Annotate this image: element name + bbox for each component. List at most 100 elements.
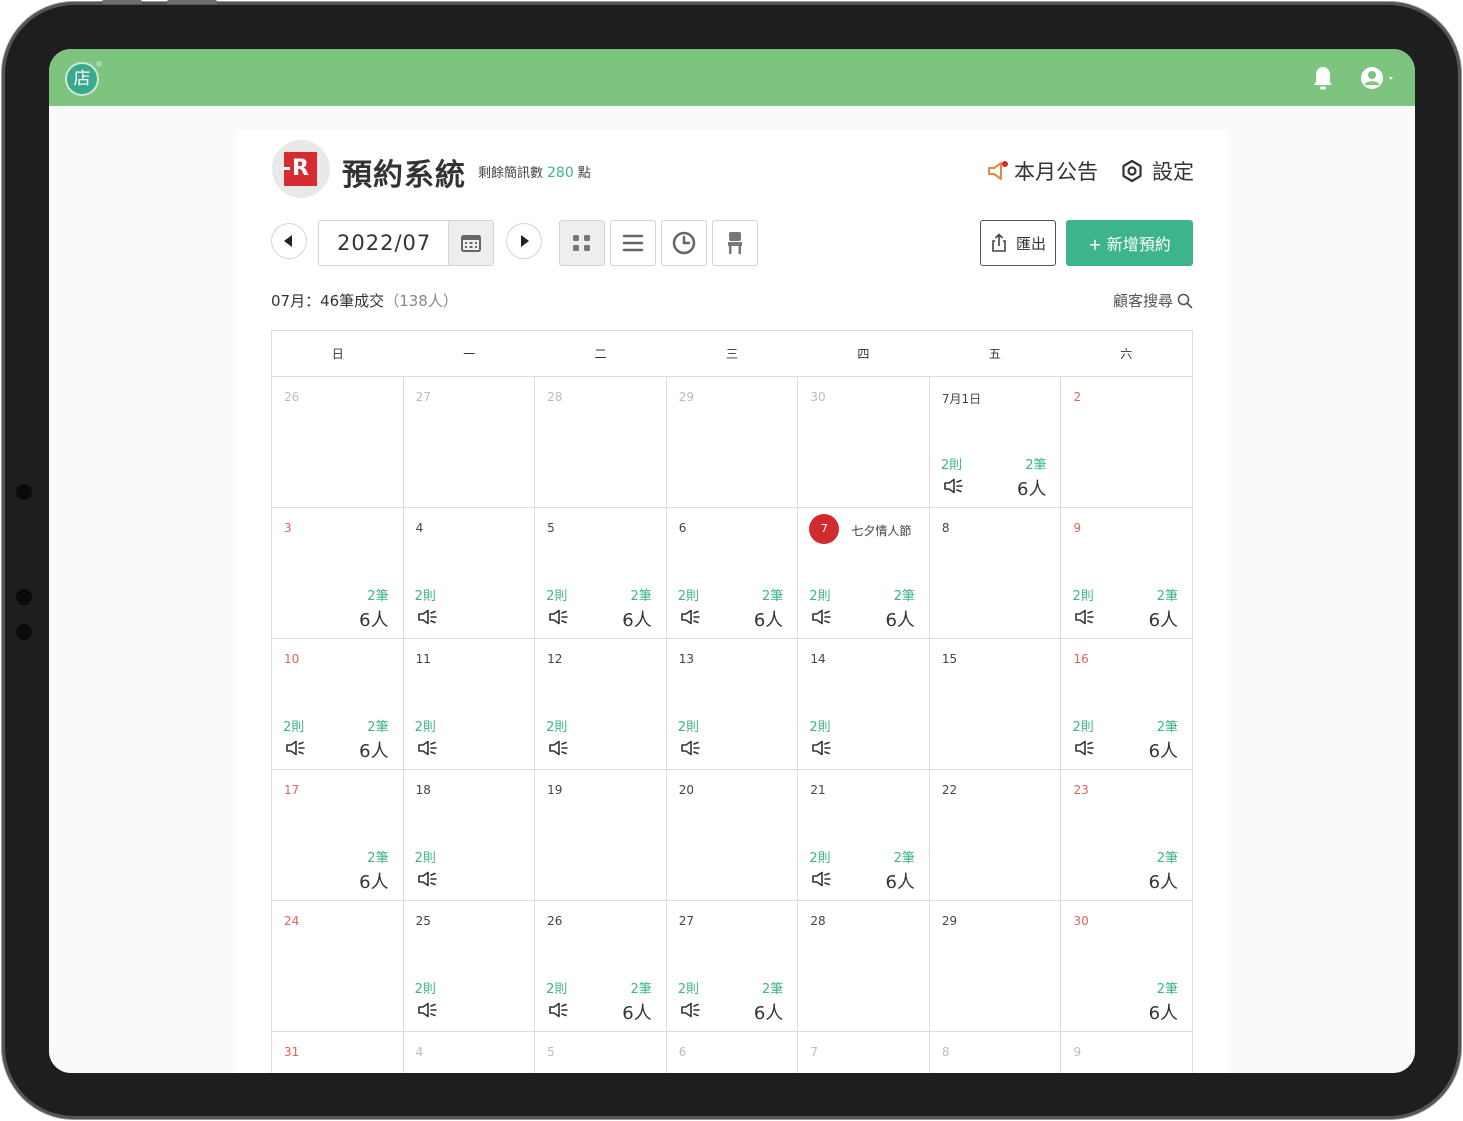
time-view-button[interactable] bbox=[661, 220, 707, 266]
calendar-day-cell[interactable]: 30 bbox=[798, 377, 930, 507]
bell-icon[interactable] bbox=[1311, 65, 1335, 91]
calendar-day-cell[interactable]: 2 bbox=[1061, 377, 1192, 507]
speaker-icon[interactable] bbox=[679, 608, 701, 626]
calendar-day-cell[interactable]: 23 2筆 6人 bbox=[1061, 770, 1192, 900]
prev-month-button[interactable] bbox=[271, 223, 307, 259]
calendar-day-cell[interactable]: 25 2則 bbox=[404, 901, 536, 1031]
booking-count[interactable]: 2筆 bbox=[367, 585, 388, 604]
booking-count[interactable]: 2筆 bbox=[1157, 585, 1178, 604]
notice-count[interactable]: 2則 bbox=[415, 585, 436, 604]
next-month-button[interactable] bbox=[506, 223, 542, 259]
calendar-day-cell[interactable]: 6 2則 2筆 6人 bbox=[667, 508, 799, 638]
notice-count[interactable]: 2則 bbox=[809, 847, 830, 866]
calendar-day-cell[interactable]: 26 bbox=[272, 377, 404, 507]
calendar-day-cell[interactable]: 16 2則 2筆 6人 bbox=[1061, 639, 1192, 769]
calendar-day-cell[interactable]: 9 bbox=[1061, 1032, 1192, 1073]
calendar-day-cell[interactable]: 12 2則 bbox=[535, 639, 667, 769]
speaker-icon[interactable] bbox=[1073, 739, 1095, 757]
calendar-day-cell[interactable]: 30 2筆 6人 bbox=[1061, 901, 1192, 1031]
calendar-day-cell[interactable]: 4 bbox=[404, 1032, 536, 1073]
user-avatar-icon[interactable] bbox=[1361, 66, 1395, 90]
grid-view-button[interactable] bbox=[559, 220, 605, 266]
calendar-day-cell[interactable]: 19 bbox=[535, 770, 667, 900]
notice-count[interactable]: 2則 bbox=[415, 978, 436, 997]
calendar-day-cell[interactable]: 18 2則 bbox=[404, 770, 536, 900]
booking-count[interactable]: 2筆 bbox=[1157, 847, 1178, 866]
speaker-icon[interactable] bbox=[810, 608, 832, 626]
calendar-day-cell[interactable]: 7月1日 2則 2筆 6人 bbox=[930, 377, 1062, 507]
calendar-picker-button[interactable] bbox=[448, 221, 493, 265]
booking-count[interactable]: 2筆 bbox=[1157, 716, 1178, 735]
calendar-day-cell[interactable]: 27 2則 2筆 6人 bbox=[667, 901, 799, 1031]
calendar-day-cell[interactable]: 22 bbox=[930, 770, 1062, 900]
notice-count[interactable]: 2則 bbox=[546, 585, 567, 604]
speaker-icon[interactable] bbox=[416, 739, 438, 757]
calendar-day-cell[interactable]: 20 bbox=[667, 770, 799, 900]
speaker-icon[interactable] bbox=[810, 739, 832, 757]
calendar-day-cell[interactable]: 7 bbox=[798, 1032, 930, 1073]
notice-count[interactable]: 2則 bbox=[415, 716, 436, 735]
booking-count[interactable]: 2筆 bbox=[1157, 978, 1178, 997]
customer-search-button[interactable]: 顧客搜尋 bbox=[1113, 290, 1193, 311]
notice-count[interactable]: 2則 bbox=[546, 716, 567, 735]
notice-count[interactable]: 2則 bbox=[809, 716, 830, 735]
calendar-day-cell[interactable]: 28 bbox=[535, 377, 667, 507]
list-view-button[interactable] bbox=[610, 220, 656, 266]
calendar-day-cell[interactable]: 11 2則 bbox=[404, 639, 536, 769]
seat-view-button[interactable] bbox=[712, 220, 758, 266]
speaker-icon[interactable] bbox=[679, 739, 701, 757]
calendar-day-cell[interactable]: 5 bbox=[535, 1032, 667, 1073]
calendar-day-cell[interactable]: 14 2則 bbox=[798, 639, 930, 769]
calendar-day-cell[interactable]: 28 bbox=[798, 901, 930, 1031]
speaker-icon[interactable] bbox=[1073, 608, 1095, 626]
booking-count[interactable]: 2筆 bbox=[762, 978, 783, 997]
calendar-day-cell[interactable]: 6 bbox=[667, 1032, 799, 1073]
notice-count[interactable]: 2則 bbox=[941, 454, 962, 473]
speaker-icon[interactable] bbox=[416, 608, 438, 626]
calendar-day-cell[interactable]: 8 bbox=[930, 1032, 1062, 1073]
calendar-day-cell[interactable]: 24 bbox=[272, 901, 404, 1031]
calendar-day-cell[interactable]: 31 bbox=[272, 1032, 404, 1073]
settings-button[interactable]: 設定 bbox=[1120, 156, 1194, 186]
calendar-day-cell[interactable]: 7 七夕情人節 2則 2筆 6人 bbox=[798, 508, 930, 638]
notice-count[interactable]: 2則 bbox=[1072, 716, 1093, 735]
notice-count[interactable]: 2則 bbox=[678, 716, 699, 735]
calendar-day-cell[interactable]: 8 bbox=[930, 508, 1062, 638]
calendar-day-cell[interactable]: 29 bbox=[667, 377, 799, 507]
calendar-day-cell[interactable]: 15 bbox=[930, 639, 1062, 769]
speaker-icon[interactable] bbox=[416, 870, 438, 888]
notice-count[interactable]: 2則 bbox=[283, 716, 304, 735]
booking-count[interactable]: 2筆 bbox=[630, 585, 651, 604]
calendar-day-cell[interactable]: 10 2則 2筆 6人 bbox=[272, 639, 404, 769]
speaker-icon[interactable] bbox=[942, 477, 964, 495]
calendar-day-cell[interactable]: 9 2則 2筆 6人 bbox=[1061, 508, 1192, 638]
notice-count[interactable]: 2則 bbox=[415, 847, 436, 866]
calendar-day-cell[interactable]: 27 bbox=[404, 377, 536, 507]
speaker-icon[interactable] bbox=[810, 870, 832, 888]
booking-count[interactable]: 2筆 bbox=[367, 847, 388, 866]
speaker-icon[interactable] bbox=[679, 1001, 701, 1019]
booking-count[interactable]: 2筆 bbox=[367, 716, 388, 735]
calendar-day-cell[interactable]: 17 2筆 6人 bbox=[272, 770, 404, 900]
announcement-button[interactable]: 本月公告 bbox=[986, 156, 1098, 186]
booking-count[interactable]: 2筆 bbox=[894, 585, 915, 604]
booking-count[interactable]: 2筆 bbox=[1025, 454, 1046, 473]
calendar-day-cell[interactable]: 4 2則 bbox=[404, 508, 536, 638]
booking-count[interactable]: 2筆 bbox=[630, 978, 651, 997]
calendar-day-cell[interactable]: 13 2則 bbox=[667, 639, 799, 769]
add-reservation-button[interactable]: + 新增預約 bbox=[1066, 220, 1193, 266]
export-button[interactable]: 匯出 bbox=[980, 220, 1056, 266]
speaker-icon[interactable] bbox=[416, 1001, 438, 1019]
calendar-day-cell[interactable]: 26 2則 2筆 6人 bbox=[535, 901, 667, 1031]
calendar-day-cell[interactable]: 5 2則 2筆 6人 bbox=[535, 508, 667, 638]
notice-count[interactable]: 2則 bbox=[678, 585, 699, 604]
calendar-day-cell[interactable]: 21 2則 2筆 6人 bbox=[798, 770, 930, 900]
calendar-day-cell[interactable]: 3 2筆 6人 bbox=[272, 508, 404, 638]
notice-count[interactable]: 2則 bbox=[809, 585, 830, 604]
notice-count[interactable]: 2則 bbox=[678, 978, 699, 997]
app-logo[interactable]: 店 bbox=[65, 61, 102, 96]
notice-count[interactable]: 2則 bbox=[546, 978, 567, 997]
speaker-icon[interactable] bbox=[547, 739, 569, 757]
booking-count[interactable]: 2筆 bbox=[762, 585, 783, 604]
notice-count[interactable]: 2則 bbox=[1072, 585, 1093, 604]
